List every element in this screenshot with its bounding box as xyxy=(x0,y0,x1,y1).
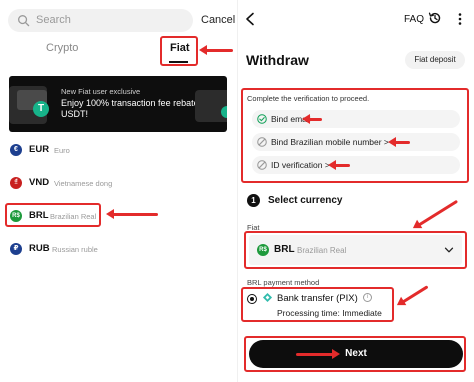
processing-time: Processing time: Immediate xyxy=(277,308,382,318)
search-icon xyxy=(18,15,30,27)
verification-note: Complete the verification to proceed. xyxy=(247,94,370,103)
payment-method-name[interactable]: Bank transfer (PIX) xyxy=(277,293,358,304)
fiat-deposit-button[interactable]: Fiat deposit xyxy=(405,51,465,69)
payment-method-label: BRL payment method xyxy=(247,278,320,287)
currency-code: EUR xyxy=(29,144,50,155)
blocked-circle-icon xyxy=(257,137,267,147)
panel-divider xyxy=(237,0,238,382)
verification-label: ID verification > xyxy=(271,160,330,170)
annotation-arrow-payment-method xyxy=(394,285,429,310)
verification-label: Bind Brazilian mobile number > xyxy=(271,137,389,147)
checkmark-circle-icon xyxy=(257,114,267,124)
back-arrow-icon[interactable] xyxy=(244,12,256,26)
payment-method-radio[interactable] xyxy=(247,294,257,304)
search-input[interactable]: Search xyxy=(36,14,71,26)
more-options-icon[interactable] xyxy=(454,12,466,26)
annotation-box-brl xyxy=(5,203,101,227)
annotation-arrow-fiat-select xyxy=(410,199,459,233)
currency-name: Vietnamese dong xyxy=(54,179,113,188)
rub-flag-icon: ₽ xyxy=(10,243,22,255)
step-title: Select currency xyxy=(268,195,343,206)
currency-name: Euro xyxy=(54,146,70,155)
banner-subtitle: New Fiat user exclusive xyxy=(61,87,141,96)
currency-code: RUB xyxy=(29,243,50,254)
annotation-box-fiat-tab xyxy=(160,36,198,66)
banner-card-graphic xyxy=(195,90,227,122)
page-title: Withdraw xyxy=(246,52,309,68)
verification-item-email[interactable]: Bind email xyxy=(252,110,460,128)
currency-name: Russian ruble xyxy=(52,245,98,254)
blocked-circle-icon xyxy=(257,160,267,170)
info-icon[interactable]: i xyxy=(363,293,372,302)
step-number-badge: 1 xyxy=(247,194,260,207)
search-bar[interactable]: Search xyxy=(8,9,193,32)
verification-item-id[interactable]: ID verification > xyxy=(252,156,460,174)
tab-crypto[interactable]: Crypto xyxy=(46,42,78,54)
eur-flag-icon: € xyxy=(10,144,22,156)
annotation-box-fiat-select xyxy=(244,231,467,269)
currency-picker-panel: Search Cancel Crypto Fiat T New Fiat use… xyxy=(0,0,237,382)
next-button[interactable]: Next xyxy=(249,340,463,368)
history-icon[interactable] xyxy=(428,11,442,25)
currency-code: VND xyxy=(29,177,50,188)
faq-link[interactable]: FAQ xyxy=(404,14,424,25)
verification-item-mobile[interactable]: Bind Brazilian mobile number > xyxy=(252,133,460,151)
promo-banner[interactable]: T New Fiat user exclusive Enjoy 100% tra… xyxy=(9,76,227,132)
vnd-flag-icon: ₫ xyxy=(10,177,22,189)
tether-icon xyxy=(221,106,227,118)
next-button-label: Next xyxy=(345,348,367,359)
tether-icon: T xyxy=(33,101,49,117)
cancel-button[interactable]: Cancel xyxy=(201,14,235,26)
pix-icon xyxy=(262,292,273,303)
